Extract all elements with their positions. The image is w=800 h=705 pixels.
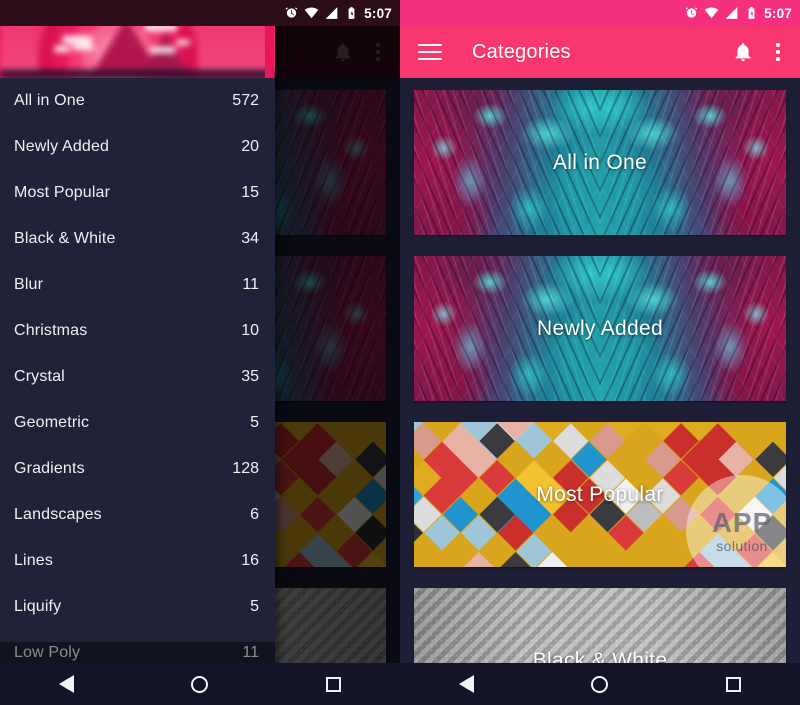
drawer-item-label: Geometric (14, 414, 90, 431)
drawer-item-count: 5 (250, 598, 259, 615)
left-nav-bar (0, 663, 400, 705)
drawer-item-count: 34 (241, 230, 259, 247)
category-card-list: All in One Newly Added Most Popular APP … (400, 78, 800, 705)
drawer-item-label: Gradients (14, 460, 85, 477)
card-most-popular[interactable]: Most Popular APP solution (414, 422, 786, 567)
right-phone-screen: All in One Newly Added Most Popular APP … (400, 0, 800, 705)
card-newly-added[interactable]: Newly Added (414, 256, 786, 401)
drawer-item-list[interactable]: All in One 572 Newly Added 20 Most Popular 15… (0, 78, 275, 705)
right-status-bar: 5:07 (400, 0, 800, 26)
back-nav-icon (459, 675, 475, 693)
drawer-item-label: Lines (14, 552, 53, 569)
card-label: Most Popular (536, 482, 664, 506)
drawer-item-lines[interactable]: Lines 16 (0, 538, 275, 584)
signal-icon (324, 6, 339, 20)
battery-charging-icon (344, 6, 359, 20)
card-label: All in One (552, 150, 648, 174)
drawer-item-most-popular[interactable]: Most Popular 15 (0, 170, 275, 216)
recents-nav-icon (725, 676, 741, 692)
drawer-item-count: 11 (242, 276, 259, 293)
drawer-item-geometric[interactable]: Geometric 5 (0, 400, 275, 446)
wifi-icon (304, 6, 319, 20)
drawer-item-gradients[interactable]: Gradients 128 (0, 446, 275, 492)
hamburger-menu-icon[interactable] (418, 43, 442, 61)
app-toolbar: Categories (400, 26, 800, 78)
right-background-content: All in One Newly Added Most Popular APP … (400, 0, 800, 705)
drawer-item-landscapes[interactable]: Landscapes 6 (0, 492, 275, 538)
status-time: 5:07 (764, 5, 792, 21)
overflow-menu-icon[interactable] (768, 40, 788, 64)
alarm-icon (284, 6, 299, 20)
drawer-item-label: Most Popular (14, 184, 111, 201)
status-time: 5:07 (364, 5, 392, 21)
drawer-item-blur[interactable]: Blur 11 (0, 262, 275, 308)
drawer-item-count: 35 (241, 368, 259, 385)
drawer-item-label: Crystal (14, 368, 65, 385)
left-status-bar: 5:07 (0, 0, 400, 26)
drawer-item-count: 572 (232, 92, 259, 109)
drawer-edge-highlight (265, 26, 274, 78)
drawer-item-newly-added[interactable]: Newly Added 20 (0, 124, 275, 170)
drawer-item-label: All in One (14, 92, 85, 109)
home-nav-icon (591, 675, 609, 693)
card-label: Newly Added (537, 316, 663, 340)
drawer-item-count: 6 (250, 506, 259, 523)
drawer-item-count: 20 (241, 138, 259, 155)
left-phone-screen: All in One 572 Newly Added 20 Most Popular 15… (0, 0, 400, 705)
drawer-item-all-in-one[interactable]: All in One 572 (0, 78, 275, 124)
drawer-item-label: Low Poly (14, 644, 81, 661)
drawer-item-count: 128 (232, 460, 259, 477)
drawer-item-label: Newly Added (14, 138, 110, 155)
screenshot-stage: All in One 572 Newly Added 20 Most Popular 15… (0, 0, 800, 705)
alarm-icon (684, 6, 699, 20)
drawer-item-black-white[interactable]: Black & White 34 (0, 216, 275, 262)
drawer-item-christmas[interactable]: Christmas 10 (0, 308, 275, 354)
drawer-item-count: 15 (241, 184, 259, 201)
card-all-in-one[interactable]: All in One (414, 90, 786, 235)
nav-recents-button[interactable] (267, 676, 400, 692)
drawer-item-label: Christmas (14, 322, 88, 339)
nav-recents-button[interactable] (667, 676, 800, 692)
battery-charging-icon (744, 6, 759, 20)
drawer-item-count: 10 (241, 322, 259, 339)
navigation-drawer: All in One 572 Newly Added 20 Most Popular 15… (0, 0, 275, 705)
nav-home-button[interactable] (133, 675, 266, 693)
nav-back-button[interactable] (0, 675, 133, 693)
drawer-item-label: Black & White (14, 230, 116, 247)
drawer-item-crystal[interactable]: Crystal 35 (0, 354, 275, 400)
wifi-icon (704, 6, 719, 20)
recents-nav-icon (325, 676, 341, 692)
signal-icon (724, 6, 739, 20)
nav-home-button[interactable] (533, 675, 666, 693)
bell-icon[interactable] (732, 40, 754, 64)
drawer-item-count: 16 (241, 552, 259, 569)
back-nav-icon (59, 675, 75, 693)
drawer-item-label: Blur (14, 276, 44, 293)
drawer-item-label: Landscapes (14, 506, 102, 523)
drawer-item-label: Liquify (14, 598, 62, 615)
drawer-item-count: 5 (250, 414, 259, 431)
page-title: Categories (472, 40, 571, 63)
home-nav-icon (191, 675, 209, 693)
drawer-item-liquify[interactable]: Liquify 5 (0, 584, 275, 630)
drawer-item-count: 11 (242, 644, 259, 661)
right-nav-bar (400, 663, 800, 705)
nav-back-button[interactable] (400, 675, 533, 693)
